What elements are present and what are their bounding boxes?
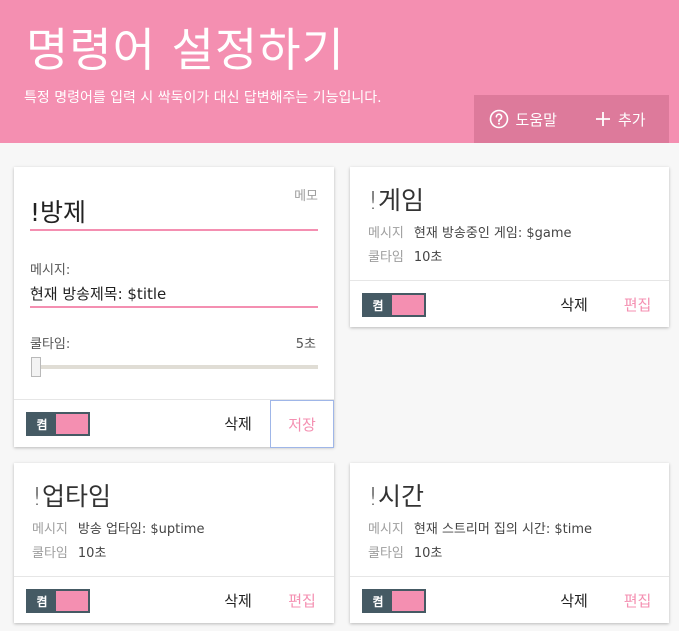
message-key: 메시지: [368, 226, 404, 241]
command-input-underline: [30, 229, 318, 231]
command-card: !시간 메시지 현재 스트리머 집의 시간: $time 쿨타임 10초 켬 삭…: [350, 463, 669, 623]
add-button[interactable]: 추가: [572, 95, 670, 143]
command-card: !업타임 메시지 방송 업타임: $uptime 쿨타임 10초 켬 삭제 편집: [14, 463, 334, 623]
header-actions: 도움말 추가: [474, 95, 669, 143]
cooldown-row: 쿨타임 10초: [32, 542, 106, 561]
message-key: 메시지: [368, 522, 404, 537]
message-row: 메시지 방송 업타임: $uptime: [32, 518, 204, 537]
enable-toggle[interactable]: 켬: [26, 589, 90, 613]
enable-toggle[interactable]: 켬: [362, 589, 426, 613]
enable-toggle[interactable]: 켬: [362, 293, 426, 317]
cooldown-value: 5초: [295, 337, 316, 352]
slider-thumb[interactable]: [31, 357, 41, 377]
page-header: 명령어 설정하기 특정 명령어를 입력 시 싹둑이가 대신 답변해주는 기능입니…: [0, 0, 679, 143]
delete-button[interactable]: 삭제: [542, 281, 606, 327]
edit-button[interactable]: 편집: [606, 281, 669, 327]
command-input-value: !방제: [30, 198, 87, 227]
question-circle-icon: [489, 109, 509, 129]
cooldown-key: 쿨타임: [368, 250, 404, 265]
cooldown-value: 10초: [77, 546, 107, 561]
toggle-knob: 켬: [364, 295, 392, 315]
command-input[interactable]: !방제: [30, 191, 318, 231]
message-label: 메시지:: [30, 263, 71, 278]
command-name: !업타임: [32, 482, 112, 511]
card-footer: 켬 삭제 편집: [350, 280, 669, 327]
message-input[interactable]: 현재 방송제목: $title: [30, 283, 166, 304]
plus-icon: [595, 111, 611, 127]
command-card-editing: 메모 !방제 메시지: 현재 방송제목: $title 쿨타임: 5초 켬 삭제…: [14, 167, 334, 448]
message-key: 메시지: [32, 522, 68, 537]
add-label: 추가: [617, 110, 646, 129]
toggle-knob: 켬: [28, 414, 56, 434]
toggle-knob: 켬: [28, 591, 56, 611]
cooldown-key: 쿨타임: [32, 546, 68, 561]
message-row: 메시지 현재 방송중인 게임: $game: [368, 222, 572, 241]
command-card: !게임 메시지 현재 방송중인 게임: $game 쿨타임 10초 켬 삭제 편…: [350, 167, 669, 327]
cooldown-key: 쿨타임: [368, 546, 404, 561]
help-label: 도움말: [515, 110, 557, 129]
save-button[interactable]: 저장: [270, 400, 334, 448]
edit-button[interactable]: 편집: [606, 577, 669, 623]
card-footer: 켬 삭제 편집: [350, 576, 669, 623]
message-value: 현재 방송중인 게임: $game: [413, 226, 572, 241]
toggle-knob: 켬: [364, 591, 392, 611]
message-input-underline: [30, 306, 318, 308]
card-footer: 켬 삭제 저장: [14, 399, 334, 448]
delete-button[interactable]: 삭제: [542, 577, 606, 623]
delete-button[interactable]: 삭제: [206, 400, 270, 446]
edit-button[interactable]: 편집: [270, 577, 334, 623]
help-button[interactable]: 도움말: [474, 95, 572, 143]
message-value: 현재 스트리머 집의 시간: $time: [413, 522, 593, 537]
enable-toggle[interactable]: 켬: [26, 412, 90, 436]
cooldown-value: 10초: [413, 250, 443, 265]
slider-track[interactable]: [32, 365, 318, 369]
message-value: 방송 업타임: $uptime: [77, 522, 205, 537]
command-name: !시간: [368, 482, 425, 511]
cooldown-row: 쿨타임 10초: [368, 246, 442, 265]
message-row: 메시지 현재 스트리머 집의 시간: $time: [368, 518, 592, 537]
cooldown-label: 쿨타임:: [30, 337, 71, 352]
cooldown-row: 쿨타임 10초: [368, 542, 442, 561]
page-subtitle: 특정 명령어를 입력 시 싹둑이가 대신 답변해주는 기능입니다.: [24, 90, 382, 106]
delete-button[interactable]: 삭제: [206, 577, 270, 623]
command-name: !게임: [368, 186, 425, 215]
page-title: 명령어 설정하기: [26, 23, 345, 77]
card-footer: 켬 삭제 편집: [14, 576, 334, 623]
cooldown-value: 10초: [413, 546, 443, 561]
